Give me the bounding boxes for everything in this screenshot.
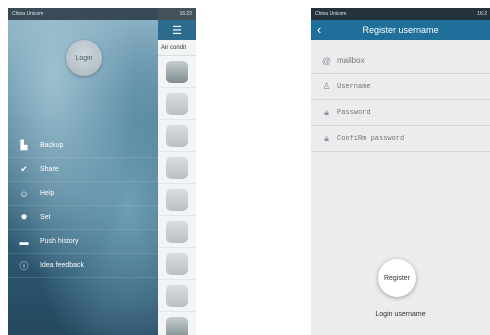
- list-item[interactable]: [158, 216, 196, 248]
- drawer-menu: ▙ Backup ✔ Share ☺ Help ✹ Set ▬ Push his…: [8, 134, 158, 278]
- password-input[interactable]: [337, 108, 477, 117]
- list-section-title: Air condit: [158, 40, 196, 56]
- lock-icon: 🔒︎: [324, 107, 329, 117]
- list-item[interactable]: [158, 88, 196, 120]
- menu-item-label: Push history: [40, 238, 79, 245]
- status-bar: China Unicom 16:2: [311, 8, 490, 20]
- air-conditioner-icon: [166, 188, 188, 211]
- air-conditioner-icon: [166, 220, 188, 243]
- register-form: @ ♙ 🔒︎ 🔒︎: [311, 48, 490, 152]
- menu-item-set[interactable]: ✹ Set: [8, 206, 158, 230]
- info-icon: ⓘ: [19, 261, 29, 271]
- menu-item-backup[interactable]: ▙ Backup: [8, 134, 158, 158]
- right-screen: China Unicom 16:2 ‹ Register username @ …: [311, 8, 490, 335]
- device-list-panel: ☰ Air condit: [158, 20, 196, 335]
- mailbox-input[interactable]: [337, 56, 477, 65]
- password-field[interactable]: 🔒︎: [311, 100, 490, 126]
- list-item[interactable]: [158, 152, 196, 184]
- menu-item-idea-feedback[interactable]: ⓘ Idea feedback: [8, 254, 158, 278]
- mailbox-field[interactable]: @: [311, 48, 490, 74]
- menu-toggle-button[interactable]: ☰: [158, 20, 196, 40]
- menu-item-label: Idea feedback: [40, 262, 84, 269]
- air-conditioner-icon: [166, 124, 188, 147]
- carrier-label: China Unicom: [12, 11, 44, 17]
- menu-item-push-history[interactable]: ▬ Push history: [8, 230, 158, 254]
- air-conditioner-icon: [166, 60, 188, 83]
- status-bar: China Unicom 16:22: [8, 8, 196, 20]
- hamburger-icon: ☰: [172, 24, 182, 37]
- air-conditioner-icon: [166, 92, 188, 115]
- list-item[interactable]: [158, 184, 196, 216]
- menu-item-label: Backup: [40, 142, 64, 149]
- clock-label: 16:22: [179, 11, 192, 17]
- back-arrow-icon[interactable]: ‹: [317, 22, 321, 37]
- backup-icon: ▙: [20, 140, 28, 150]
- register-button[interactable]: Register: [378, 259, 416, 297]
- at-icon: @: [321, 55, 332, 66]
- menu-item-label: Set: [40, 214, 51, 221]
- menu-item-label: Share: [40, 166, 59, 173]
- clock-label: 16:2: [477, 11, 487, 17]
- left-screen: China Unicom 16:22 Login ▙ Backup ✔ Shar…: [8, 8, 196, 335]
- username-input[interactable]: [337, 82, 477, 91]
- list-item[interactable]: [158, 280, 196, 312]
- title-bar: ‹ Register username: [311, 20, 490, 40]
- folder-icon: ▬: [19, 236, 29, 247]
- navigation-drawer: Login ▙ Backup ✔ Share ☺ Help ✹ Set ▬ Pu…: [8, 8, 158, 335]
- share-icon: ✔: [20, 164, 28, 174]
- air-conditioner-icon: [166, 316, 188, 335]
- login-avatar-button[interactable]: Login: [66, 40, 102, 76]
- list-item[interactable]: [158, 120, 196, 152]
- confirm-password-input[interactable]: [337, 134, 477, 143]
- gear-icon: ✹: [20, 212, 28, 222]
- menu-item-help[interactable]: ☺ Help: [8, 182, 158, 206]
- air-conditioner-icon: [166, 284, 188, 307]
- carrier-label: China Unicom: [315, 11, 347, 17]
- username-field[interactable]: ♙: [311, 74, 490, 100]
- confirm-password-field[interactable]: 🔒︎: [311, 126, 490, 152]
- page-title: Register username: [362, 25, 439, 35]
- menu-item-label: Help: [40, 190, 55, 197]
- menu-item-share[interactable]: ✔ Share: [8, 158, 158, 182]
- list-item[interactable]: [158, 56, 196, 88]
- help-icon: ☺: [19, 188, 29, 199]
- list-item[interactable]: [158, 312, 196, 335]
- login-username-link[interactable]: Login username: [311, 311, 490, 318]
- lock-icon: 🔒︎: [324, 133, 329, 143]
- air-conditioner-icon: [166, 156, 188, 179]
- user-icon: ♙: [322, 81, 331, 91]
- air-conditioner-icon: [166, 252, 188, 275]
- list-item[interactable]: [158, 248, 196, 280]
